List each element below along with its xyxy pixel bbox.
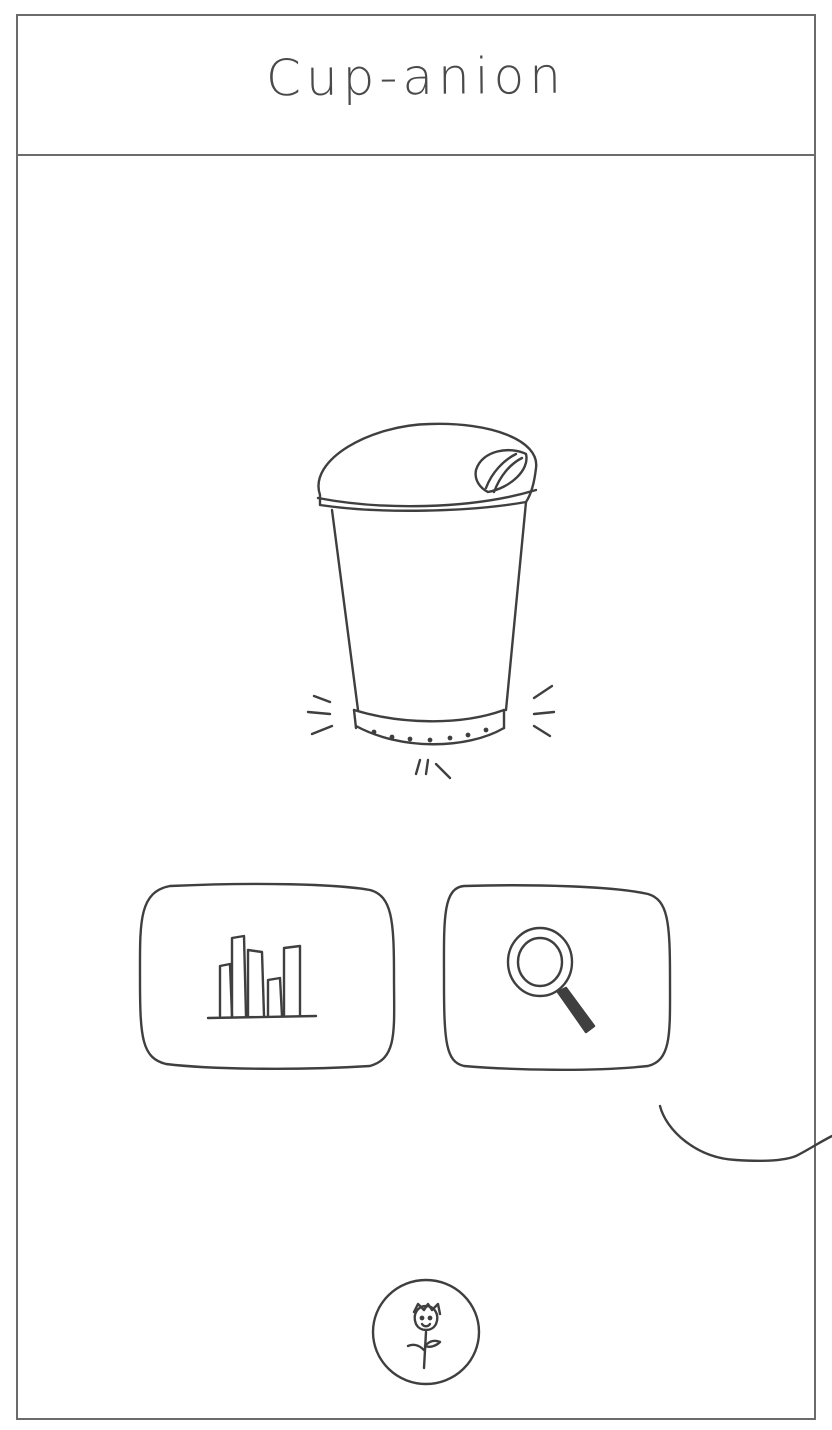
app-header: Cup-anion: [18, 16, 814, 156]
annotation-line: [658, 1104, 832, 1162]
app-title: Cup-anion: [265, 46, 567, 108]
profile-button[interactable]: [370, 1276, 482, 1388]
search-button[interactable]: [442, 882, 674, 1074]
magnifying-glass-icon: [506, 926, 596, 1034]
stats-button[interactable]: [136, 880, 398, 1074]
flower-avatar-icon: [371, 1278, 481, 1386]
smart-cup-icon: [306, 422, 556, 780]
bar-chart-icon: [206, 934, 318, 1020]
